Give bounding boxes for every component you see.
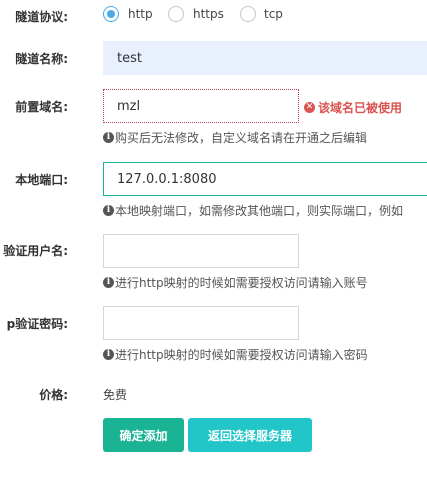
auth-password-help: i 进行http映射的时候如需要授权访问请输入密码 [103, 346, 368, 363]
radio-http-checked[interactable] [103, 6, 119, 22]
back-to-server-select-button[interactable]: 返回选择服务器 [188, 418, 312, 452]
confirm-add-button[interactable]: 确定添加 [103, 418, 184, 452]
auth-user-label: 验证用户名: [3, 244, 68, 258]
price-label: 价格: [39, 388, 68, 402]
info-icon: i [103, 277, 114, 288]
info-icon: i [103, 132, 114, 143]
info-icon: i [103, 205, 114, 216]
local-port-help-text: 本地映射端口，如需修改其他端口，则实际端口，例如 [115, 204, 404, 218]
tunnel-name-input[interactable]: test [103, 41, 427, 75]
auth-password-help-text: 进行http映射的时候如需要授权访问请输入密码 [115, 348, 368, 362]
front-domain-help-text: 购买后无法修改，自定义域名请在开通之后编辑 [115, 131, 368, 145]
tunnel-name-label: 隧道名称: [15, 52, 68, 66]
domain-error-text: 该域名已被使用 [318, 101, 403, 115]
front-domain-label: 前置域名: [15, 100, 68, 114]
radio-tcp-label[interactable]: tcp [264, 7, 283, 21]
auth-user-input[interactable] [103, 234, 299, 268]
info-icon: i [103, 349, 114, 360]
price-value: 免费 [103, 388, 128, 402]
front-domain-help: i 购买后无法修改，自定义域名请在开通之后编辑 [103, 129, 367, 146]
domain-error: ✕ 该域名已被使用 [304, 99, 402, 116]
error-circle-icon: ✕ [304, 102, 315, 113]
auth-user-help: i 进行http映射的时候如需要授权访问请输入账号 [103, 274, 368, 291]
radio-https-label[interactable]: https [193, 7, 224, 21]
auth-user-help-text: 进行http映射的时候如需要授权访问请输入账号 [115, 276, 368, 290]
radio-https[interactable] [168, 6, 184, 22]
front-domain-input[interactable]: mzl [103, 89, 299, 123]
radio-tcp[interactable] [240, 6, 256, 22]
auth-password-input[interactable] [103, 306, 299, 340]
local-port-help: i 本地映射端口，如需修改其他端口，则实际端口，例如 [103, 202, 403, 219]
auth-password-label: p验证密码: [6, 317, 68, 331]
protocol-label: 隧道协议: [15, 10, 68, 24]
local-port-label: 本地端口: [15, 173, 68, 187]
local-port-input[interactable]: 127.0.0.1:8080 [103, 162, 427, 196]
radio-http-label[interactable]: http [128, 7, 153, 21]
